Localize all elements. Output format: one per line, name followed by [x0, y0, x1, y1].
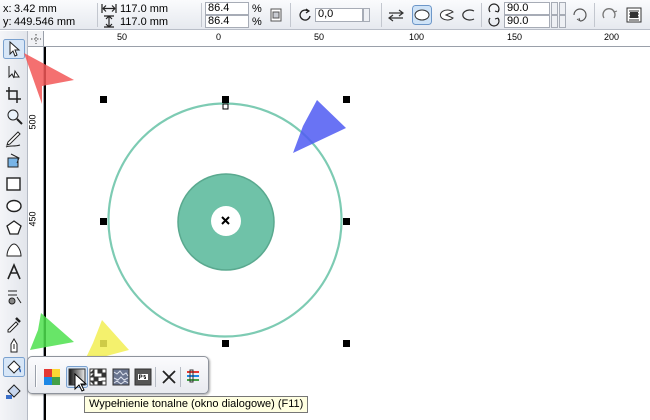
lock-ratio-icon[interactable]: [266, 5, 286, 25]
scale-x-unit: %: [252, 3, 262, 15]
x-position-label: x:: [3, 3, 12, 15]
end-angle-spinner-down[interactable]: [559, 15, 566, 28]
color-docker-icon[interactable]: [184, 368, 202, 386]
separator: [481, 3, 482, 27]
scale-y-unit: %: [252, 16, 262, 28]
no-fill-icon[interactable]: [160, 368, 178, 386]
flyout-separator: [180, 367, 181, 387]
selection-handles[interactable]: [100, 96, 350, 347]
inner-hole[interactable]: [211, 206, 241, 236]
height-value[interactable]: 117.0 mm: [120, 16, 168, 28]
rotation-icon: [299, 8, 311, 21]
separator: [594, 3, 595, 27]
text-tool-icon[interactable]: [3, 262, 25, 282]
node-handle[interactable]: [222, 103, 229, 110]
property-bar: x: 3.42 mm y: 449.546 mm 117.0 mm 117.0 …: [0, 0, 650, 30]
toolbox: [0, 31, 28, 420]
filled-disc[interactable]: [177, 173, 275, 271]
start-angle-field[interactable]: 90.0: [504, 2, 550, 15]
ruler-origin[interactable]: [28, 31, 44, 47]
crop-tool-icon[interactable]: [3, 85, 25, 105]
blend-tool-icon[interactable]: [3, 287, 25, 307]
ruler-label: 200: [604, 32, 620, 42]
x-position-value[interactable]: 3.42 mm: [14, 3, 57, 15]
flyout-separator: [155, 367, 156, 387]
texture-fill-icon[interactable]: [112, 368, 130, 386]
rectangle-tool-icon[interactable]: [3, 174, 25, 194]
ellipse-mode-icon[interactable]: [412, 5, 432, 25]
postscript-fill-icon[interactable]: [134, 368, 152, 386]
outline-tool-icon[interactable]: [3, 336, 25, 356]
end-angle-spinner-up[interactable]: [551, 15, 558, 28]
height-icon: [104, 15, 114, 28]
horizontal-ruler[interactable]: 50 0 50 100 150 200: [28, 31, 650, 47]
pick-tool-icon[interactable]: [3, 39, 25, 59]
fill-tool-icon[interactable]: [3, 357, 25, 377]
center-mark-icon[interactable]: [221, 216, 230, 225]
separator: [290, 3, 291, 27]
blue-arrow-marker: [293, 100, 346, 153]
separator: [97, 3, 98, 27]
rotation-field[interactable]: 0,0: [315, 8, 363, 22]
smart-fill-tool-icon[interactable]: [3, 151, 25, 171]
ruler-label: 500: [27, 114, 38, 130]
outer-ellipse[interactable]: [107, 102, 343, 338]
mirror-icon[interactable]: [386, 5, 406, 25]
scale-y-field[interactable]: 86.4: [205, 15, 249, 28]
end-angle-field[interactable]: 90.0: [504, 15, 550, 28]
ruler-origin-icon: [31, 34, 41, 44]
wrap-text-icon[interactable]: [624, 5, 644, 25]
interactive-fill-tool-icon[interactable]: [3, 380, 25, 400]
polygon-tool-icon[interactable]: [3, 218, 25, 238]
direction-icon[interactable]: [570, 5, 590, 25]
end-angle-icon: [488, 17, 500, 27]
ruler-label: 150: [507, 32, 523, 42]
start-angle-icon: [488, 3, 500, 13]
ruler-label: 450: [27, 211, 38, 227]
separator: [201, 3, 202, 27]
rotation-spinner[interactable]: [363, 8, 370, 22]
y-position-value[interactable]: 449.546 mm: [14, 16, 75, 28]
eyedropper-tool-icon[interactable]: [3, 313, 25, 333]
shape-tool-icon[interactable]: [3, 62, 25, 82]
basic-shapes-tool-icon[interactable]: [3, 240, 25, 260]
ruler-label: 50: [314, 32, 325, 42]
ellipse-tool-icon[interactable]: [3, 196, 25, 216]
width-icon: [101, 4, 117, 13]
start-angle-spinner-up[interactable]: [551, 2, 558, 15]
width-value[interactable]: 117.0 mm: [120, 3, 168, 15]
y-position-label: y:: [3, 16, 12, 28]
uniform-fill-icon[interactable]: [43, 368, 61, 386]
ruler-label: 100: [409, 32, 425, 42]
convert-to-curves-icon[interactable]: [599, 5, 619, 25]
separator: [381, 3, 382, 27]
fill-flyout: [27, 356, 209, 394]
flyout-grip[interactable]: [35, 365, 37, 387]
pie-mode-icon[interactable]: [436, 5, 456, 25]
freehand-tool-icon[interactable]: [3, 129, 25, 149]
arc-mode-icon[interactable]: [458, 5, 478, 25]
ruler-label: 50: [117, 32, 128, 42]
mouse-cursor-icon: [74, 373, 88, 392]
tooltip: Wypełnienie tonalne (okno dialogowe) (F1…: [84, 396, 309, 413]
pattern-fill-icon[interactable]: [89, 368, 107, 386]
zoom-tool-icon[interactable]: [3, 107, 25, 127]
ruler-label: 0: [216, 32, 222, 42]
start-angle-spinner-down[interactable]: [559, 2, 566, 15]
scale-x-field[interactable]: 86.4: [205, 2, 249, 15]
